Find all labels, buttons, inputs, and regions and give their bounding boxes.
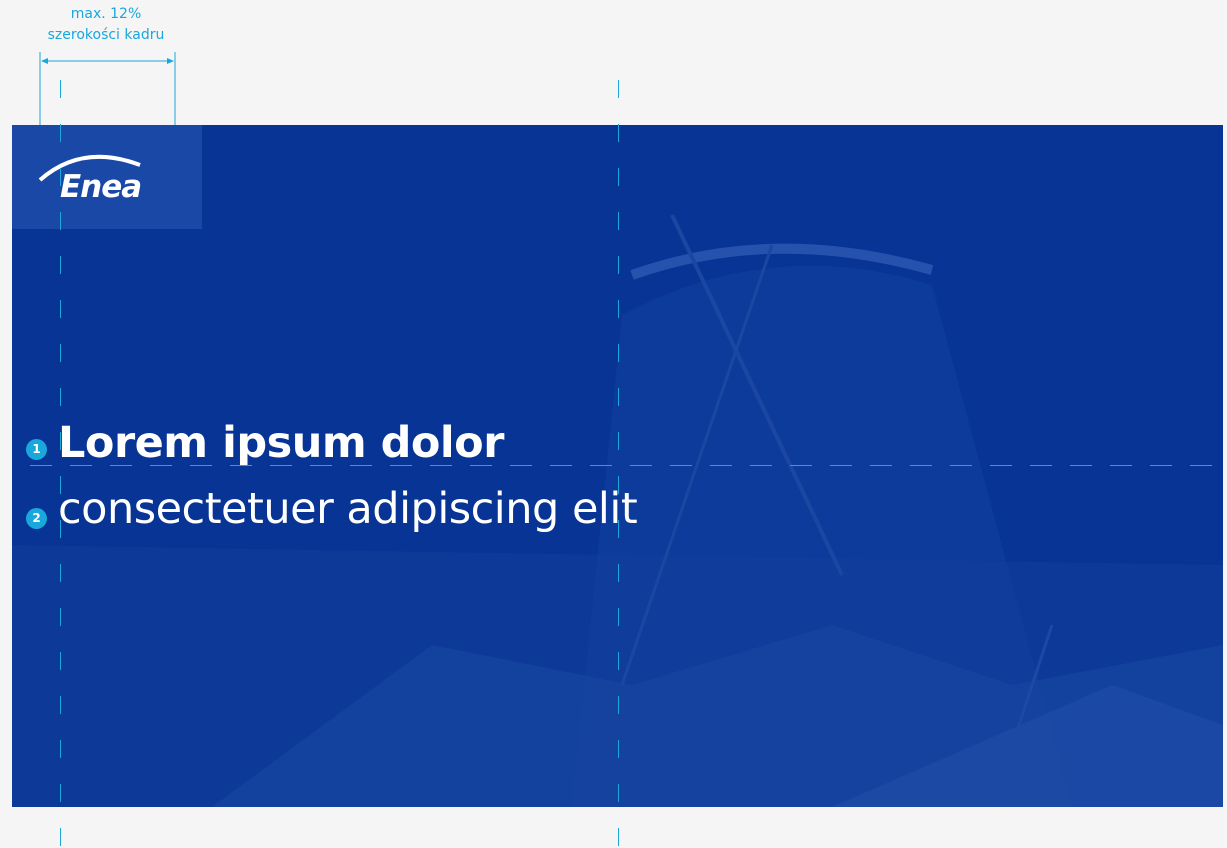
headline-marker: 1 [26,439,47,460]
annotation-line-1: max. 12% [70,6,142,22]
subline-text: consectetuer adipiscing elit [58,484,638,534]
max-width-annotation: max. 12% szerokości kadru [0,4,212,46]
subline-marker: 2 [26,508,47,529]
annotation-line-2: szerokości kadru [47,27,165,43]
enea-logo: Enea [60,169,142,205]
headline-text: Lorem ipsum dolor [58,418,504,468]
key-visual-banner: Enea 1 Lorem ipsum dolor 2 consectetuer … [12,125,1223,807]
logo-area: Enea [12,125,202,229]
